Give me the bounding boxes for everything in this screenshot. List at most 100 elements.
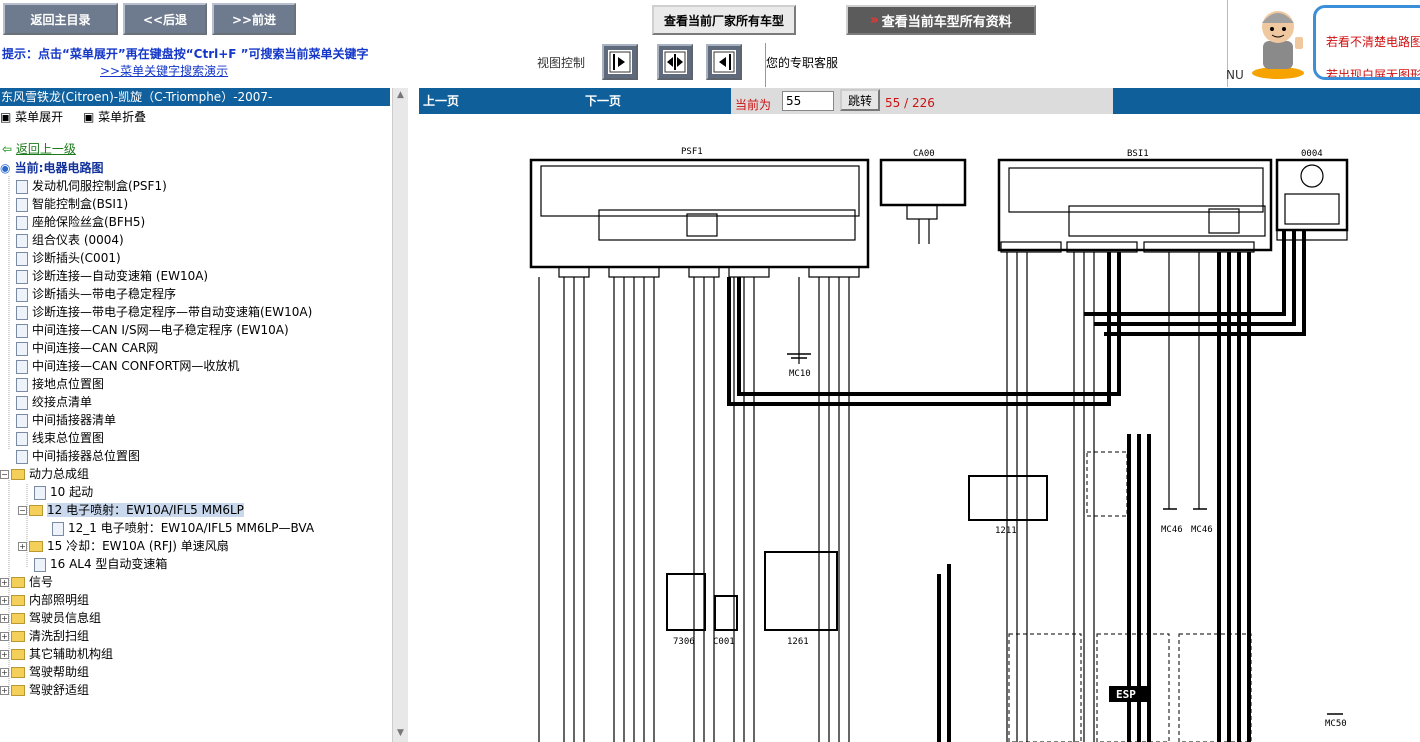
- next-page-link[interactable]: 下一页: [585, 92, 621, 109]
- tree-group-label: 驾驶员信息组: [29, 611, 102, 625]
- page-icon: [16, 197, 28, 212]
- tree-item-label: 智能控制盒(BSI1): [32, 197, 129, 211]
- tree-item[interactable]: +15 冷却：EW10A (RFJ) 单速风扇: [18, 537, 229, 555]
- tree-item[interactable]: 线束总位置图: [16, 429, 104, 447]
- folder-icon: [11, 631, 25, 642]
- tree-item-label: 诊断连接—带电子稳定程序—带自动变速箱(EW10A): [32, 305, 313, 319]
- tree-item[interactable]: 绞接点清单: [16, 393, 92, 411]
- current-page-label: 当前为: [735, 98, 772, 112]
- scroll-up-icon[interactable]: ▲: [395, 90, 406, 102]
- tree-group-label: 驾驶帮助组: [29, 665, 90, 679]
- expand-toggle-icon[interactable]: +: [0, 578, 9, 587]
- page-icon: [16, 215, 28, 230]
- tree-item[interactable]: 诊断插头(C001): [16, 249, 121, 267]
- tree-item[interactable]: 组合仪表 (0004): [16, 231, 124, 249]
- page-icon: [16, 233, 28, 248]
- mc46b-label: MC46: [1191, 525, 1213, 535]
- wiring-diagram[interactable]: ESP PSF1 CA00 BSI1 0004 MC10 1211 7306 C…: [419, 114, 1420, 742]
- c1211-label: 1211: [995, 526, 1017, 536]
- folder-icon: [11, 667, 25, 678]
- view-control-label: 视图控制: [537, 56, 586, 70]
- tree-group-label: 动力总成组: [29, 467, 90, 481]
- tree-item[interactable]: 智能控制盒(BSI1): [16, 195, 128, 213]
- help-bubble[interactable]: 若看不清楚电路图 若出现白屏无图形: [1313, 5, 1420, 80]
- all-data-button[interactable]: » 查看当前车型所有资料: [846, 5, 1036, 35]
- tree-item-label: 座舱保险丝盒(BFH5): [32, 215, 146, 229]
- tree-item-label: 诊断插头—带电子稳定程序: [32, 287, 177, 301]
- expand-toggle-icon[interactable]: +: [0, 632, 9, 641]
- expand-toggle-icon[interactable]: +: [0, 596, 9, 605]
- tree-group-label: 信号: [29, 575, 54, 589]
- page-icon: [16, 413, 28, 428]
- prev-page-link[interactable]: 上一页: [423, 92, 459, 109]
- c001-label: C001: [713, 637, 735, 647]
- tree-group[interactable]: + 驾驶舒适组: [0, 681, 89, 699]
- tree-item[interactable]: 诊断连接—自动变速箱 (EW10A): [16, 267, 208, 285]
- search-demo-link[interactable]: >>菜单关键字搜索演示: [100, 62, 228, 79]
- jump-button[interactable]: 跳转: [840, 89, 880, 111]
- tree-item[interactable]: 接地点位置图: [16, 375, 104, 393]
- tree-item-label: 中间连接—CAN CAR网: [32, 341, 159, 355]
- c1261-label: 1261: [787, 637, 809, 647]
- page-number-input[interactable]: [782, 91, 834, 111]
- page-icon: [16, 287, 28, 302]
- tree-group-power[interactable]: − 动力总成组: [0, 465, 89, 483]
- mascot-icon: [1252, 11, 1304, 79]
- tree-item[interactable]: 中间插接器清单: [16, 411, 116, 429]
- tree-item[interactable]: 中间连接—CAN CONFORT网—收放机: [16, 357, 239, 375]
- tree-group[interactable]: + 内部照明组: [0, 591, 89, 609]
- tree-group[interactable]: + 其它辅助机构组: [0, 645, 113, 663]
- folder-open-icon: [29, 505, 43, 516]
- tree-group[interactable]: + 清洗刮扫组: [0, 627, 89, 645]
- tree-group[interactable]: + 驾驶帮助组: [0, 663, 89, 681]
- hint-text: 提示：点击“菜单展开”再在键盘按“Ctrl+F ”可搜索当前菜单关键字: [2, 47, 369, 61]
- home-button[interactable]: 返回主目录: [3, 3, 118, 35]
- tree-item[interactable]: 发动机伺服控制盒(PSF1): [16, 177, 167, 195]
- forward-button[interactable]: >>前进: [212, 3, 296, 35]
- menu-collapse[interactable]: ▣ 菜单折叠: [83, 110, 154, 124]
- tree-item[interactable]: 12_1 电子喷射：EW10A/IFL5 MM6LP—BVA: [52, 519, 314, 537]
- tree-group[interactable]: + 驾驶员信息组: [0, 609, 101, 627]
- tree-item[interactable]: 诊断连接—带电子稳定程序—带自动变速箱(EW10A): [16, 303, 312, 321]
- expand-toggle-icon[interactable]: +: [0, 668, 9, 677]
- back-up-link[interactable]: ⇦ 返回上一级: [2, 140, 76, 158]
- tree-item[interactable]: 中间连接—CAN I/S网—电子稳定程序 (EW10A): [16, 321, 289, 339]
- expand-toggle-icon[interactable]: +: [0, 686, 9, 695]
- collapse-toggle-icon[interactable]: −: [18, 506, 27, 515]
- d0004-label: 0004: [1301, 149, 1323, 159]
- split-view-button[interactable]: [657, 44, 693, 80]
- expand-toggle-icon[interactable]: +: [0, 650, 9, 659]
- expand-right-button[interactable]: [706, 44, 742, 80]
- tree-item-label: 中间插接器清单: [32, 413, 117, 427]
- all-models-button[interactable]: 查看当前厂家所有车型: [652, 5, 796, 35]
- folder-icon: [11, 595, 25, 606]
- page-icon: [34, 485, 46, 500]
- tree-item[interactable]: 中间连接—CAN CAR网: [16, 339, 158, 357]
- page-icon: [16, 179, 28, 194]
- tree-item-label: 诊断插头(C001): [32, 251, 121, 265]
- page-icon: [16, 305, 28, 320]
- tree-item[interactable]: 座舱保险丝盒(BFH5): [16, 213, 145, 231]
- tree-item-label: 12_1 电子喷射：EW10A/IFL5 MM6LP—BVA: [68, 521, 315, 535]
- left-scrollbar[interactable]: ▲ ▼: [392, 88, 408, 742]
- tree-item[interactable]: 16 AL4 型自动变速箱: [34, 555, 167, 573]
- expand-toggle-icon[interactable]: +: [0, 614, 9, 623]
- tree-item-selected[interactable]: − 12 电子喷射：EW10A/IFL5 MM6LP: [18, 501, 244, 519]
- tree-item-label: 中间连接—CAN CONFORT网—收放机: [32, 359, 240, 373]
- expand-toggle-icon[interactable]: +: [18, 542, 27, 551]
- folder-icon: [11, 577, 25, 588]
- tree-item[interactable]: 诊断插头—带电子稳定程序: [16, 285, 176, 303]
- tree-item[interactable]: 10 起动: [34, 483, 93, 501]
- expand-left-button[interactable]: [602, 44, 638, 80]
- tree-group[interactable]: + 信号: [0, 573, 53, 591]
- collapse-toggle-icon[interactable]: −: [0, 470, 9, 479]
- folder-icon: [11, 649, 25, 660]
- tree-item[interactable]: 中间插接器总位置图: [16, 447, 140, 465]
- menu-expand[interactable]: ▣ 菜单展开: [0, 110, 71, 124]
- scroll-down-icon[interactable]: ▼: [395, 728, 406, 740]
- menu-controls: ▣ 菜单展开 ▣ 菜单折叠: [0, 108, 162, 125]
- tree-item-label: 线束总位置图: [32, 431, 105, 445]
- back-button[interactable]: <<后退: [123, 3, 207, 35]
- tree-item-label: 12 电子喷射：EW10A/IFL5 MM6LP: [47, 503, 244, 517]
- arrow-right-icon: [608, 50, 632, 74]
